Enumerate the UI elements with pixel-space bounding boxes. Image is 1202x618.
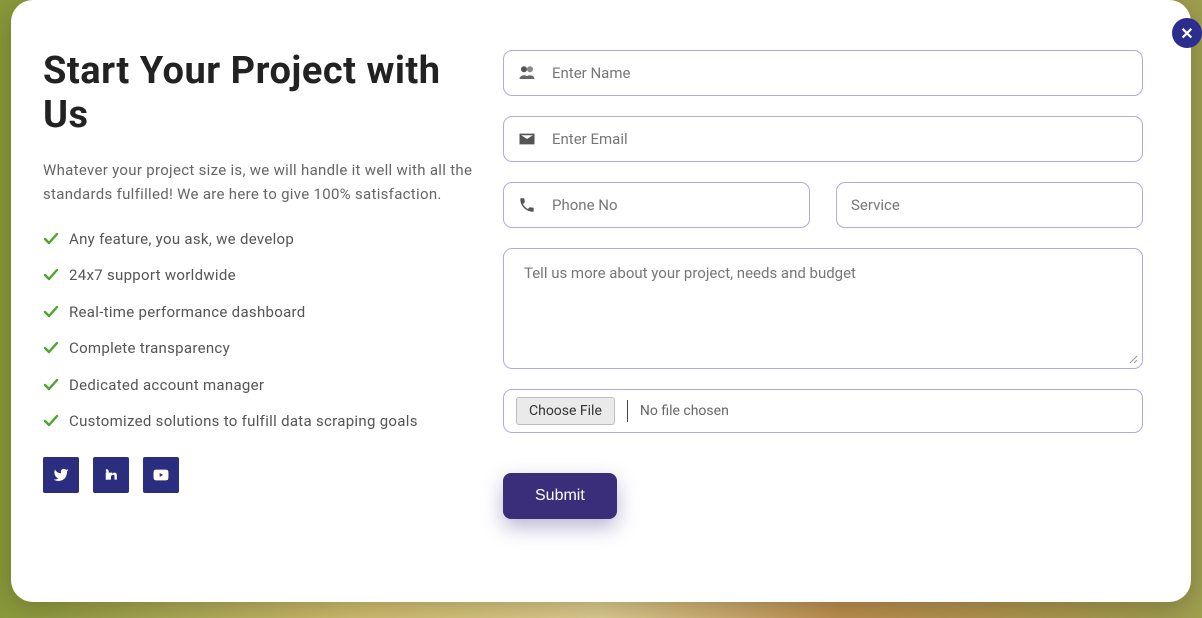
list-item: Dedicated account manager: [43, 374, 473, 397]
service-field-wrapper: [836, 182, 1143, 228]
resize-handle-icon: [1126, 352, 1138, 364]
project-modal: Start Your Project with Us Whatever your…: [11, 0, 1191, 602]
phone-input[interactable]: [552, 196, 795, 214]
close-button[interactable]: ✕: [1172, 18, 1202, 48]
choose-file-button[interactable]: Choose File: [516, 397, 615, 425]
file-separator: [627, 400, 628, 422]
youtube-link[interactable]: [143, 457, 179, 493]
twitter-icon: [53, 467, 69, 483]
modal-left: Start Your Project with Us Whatever your…: [43, 50, 473, 562]
list-item: 24x7 support worldwide: [43, 264, 473, 287]
email-input[interactable]: [552, 130, 1128, 148]
check-icon: [43, 377, 59, 393]
modal-right: Choose File No file chosen Submit: [503, 50, 1159, 562]
page-description: Whatever your project size is, we will h…: [43, 159, 473, 206]
feature-label: Complete transparency: [69, 337, 230, 360]
name-input[interactable]: [552, 64, 1128, 82]
linkedin-link[interactable]: [93, 457, 129, 493]
feature-label: Dedicated account manager: [69, 374, 264, 397]
phone-icon: [518, 196, 536, 214]
submit-button[interactable]: Submit: [503, 473, 617, 519]
youtube-icon: [153, 467, 169, 483]
service-input[interactable]: [851, 196, 1128, 214]
social-links: [43, 457, 473, 493]
check-icon: [43, 413, 59, 429]
linkedin-icon: [104, 468, 118, 482]
list-item: Complete transparency: [43, 337, 473, 360]
check-icon: [43, 340, 59, 356]
check-icon: [43, 231, 59, 247]
page-title: Start Your Project with Us: [43, 50, 473, 137]
phone-service-row: [503, 182, 1143, 228]
feature-label: Customized solutions to fulfill data scr…: [69, 410, 418, 433]
list-item: Customized solutions to fulfill data scr…: [43, 410, 473, 433]
feature-label: 24x7 support worldwide: [69, 264, 236, 287]
check-icon: [43, 267, 59, 283]
file-status-label: No file chosen: [640, 403, 729, 419]
phone-field-wrapper: [503, 182, 810, 228]
list-item: Real-time performance dashboard: [43, 301, 473, 324]
feature-label: Real-time performance dashboard: [69, 301, 306, 324]
name-field-wrapper: [503, 50, 1143, 96]
file-field-wrapper: Choose File No file chosen: [503, 389, 1143, 433]
envelope-icon: [518, 130, 536, 148]
close-icon: ✕: [1180, 24, 1193, 43]
message-field-wrapper: [503, 248, 1143, 369]
person-icon: [518, 64, 536, 82]
feature-label: Any feature, you ask, we develop: [69, 228, 294, 251]
feature-list: Any feature, you ask, we develop 24x7 su…: [43, 228, 473, 433]
message-textarea[interactable]: [524, 264, 1122, 349]
twitter-link[interactable]: [43, 457, 79, 493]
list-item: Any feature, you ask, we develop: [43, 228, 473, 251]
check-icon: [43, 304, 59, 320]
email-field-wrapper: [503, 116, 1143, 162]
